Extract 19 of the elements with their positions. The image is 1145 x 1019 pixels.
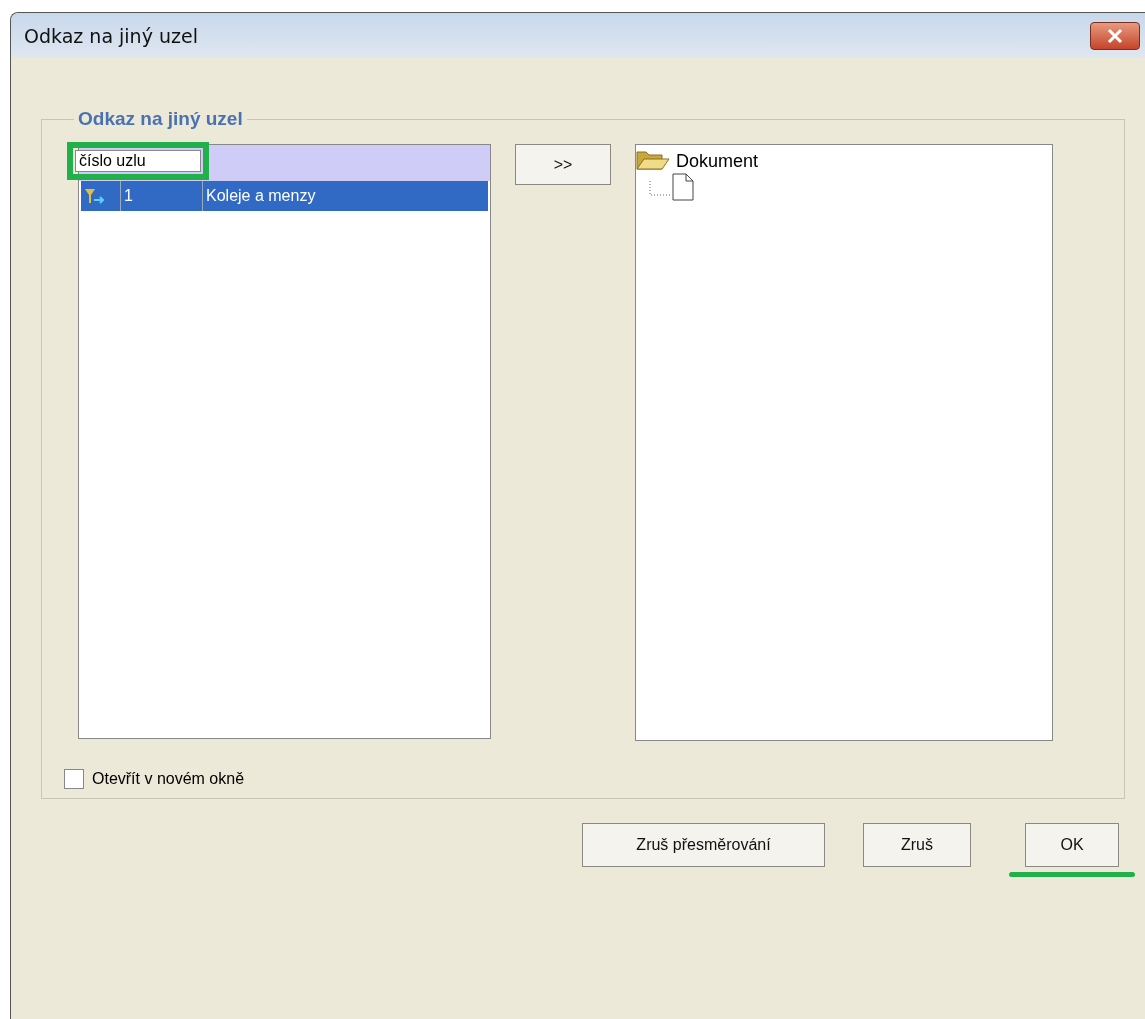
close-icon bbox=[1106, 27, 1124, 44]
list-row[interactable]: 1 Koleje a menzy bbox=[81, 181, 488, 211]
folder-icon bbox=[636, 149, 670, 173]
add-button[interactable]: >> bbox=[515, 144, 611, 185]
table-cell-text: Koleje a menzy bbox=[205, 186, 316, 206]
checkbox[interactable] bbox=[64, 769, 84, 789]
close-button[interactable] bbox=[1090, 21, 1140, 50]
tree-label: Dokument bbox=[676, 150, 759, 172]
table-cell: 1 bbox=[121, 181, 203, 211]
dialog-button[interactable]: Zruš bbox=[863, 823, 971, 867]
checkbox-label: Otevřít v novém okně bbox=[92, 770, 245, 788]
window-title: Odkaz na jiný uzel bbox=[24, 24, 198, 47]
page-icon[interactable] bbox=[672, 173, 694, 201]
filter-arrow-icon bbox=[84, 187, 106, 205]
filter-field[interactable]: číslo uzlu bbox=[67, 142, 209, 180]
group-title: Odkaz na jiný uzel bbox=[77, 108, 244, 130]
dialog-button[interactable]: Zruš přesměrování bbox=[582, 823, 825, 867]
dialog-button[interactable]: OK bbox=[1025, 823, 1119, 867]
tree-item[interactable]: Dokument bbox=[636, 149, 1052, 173]
